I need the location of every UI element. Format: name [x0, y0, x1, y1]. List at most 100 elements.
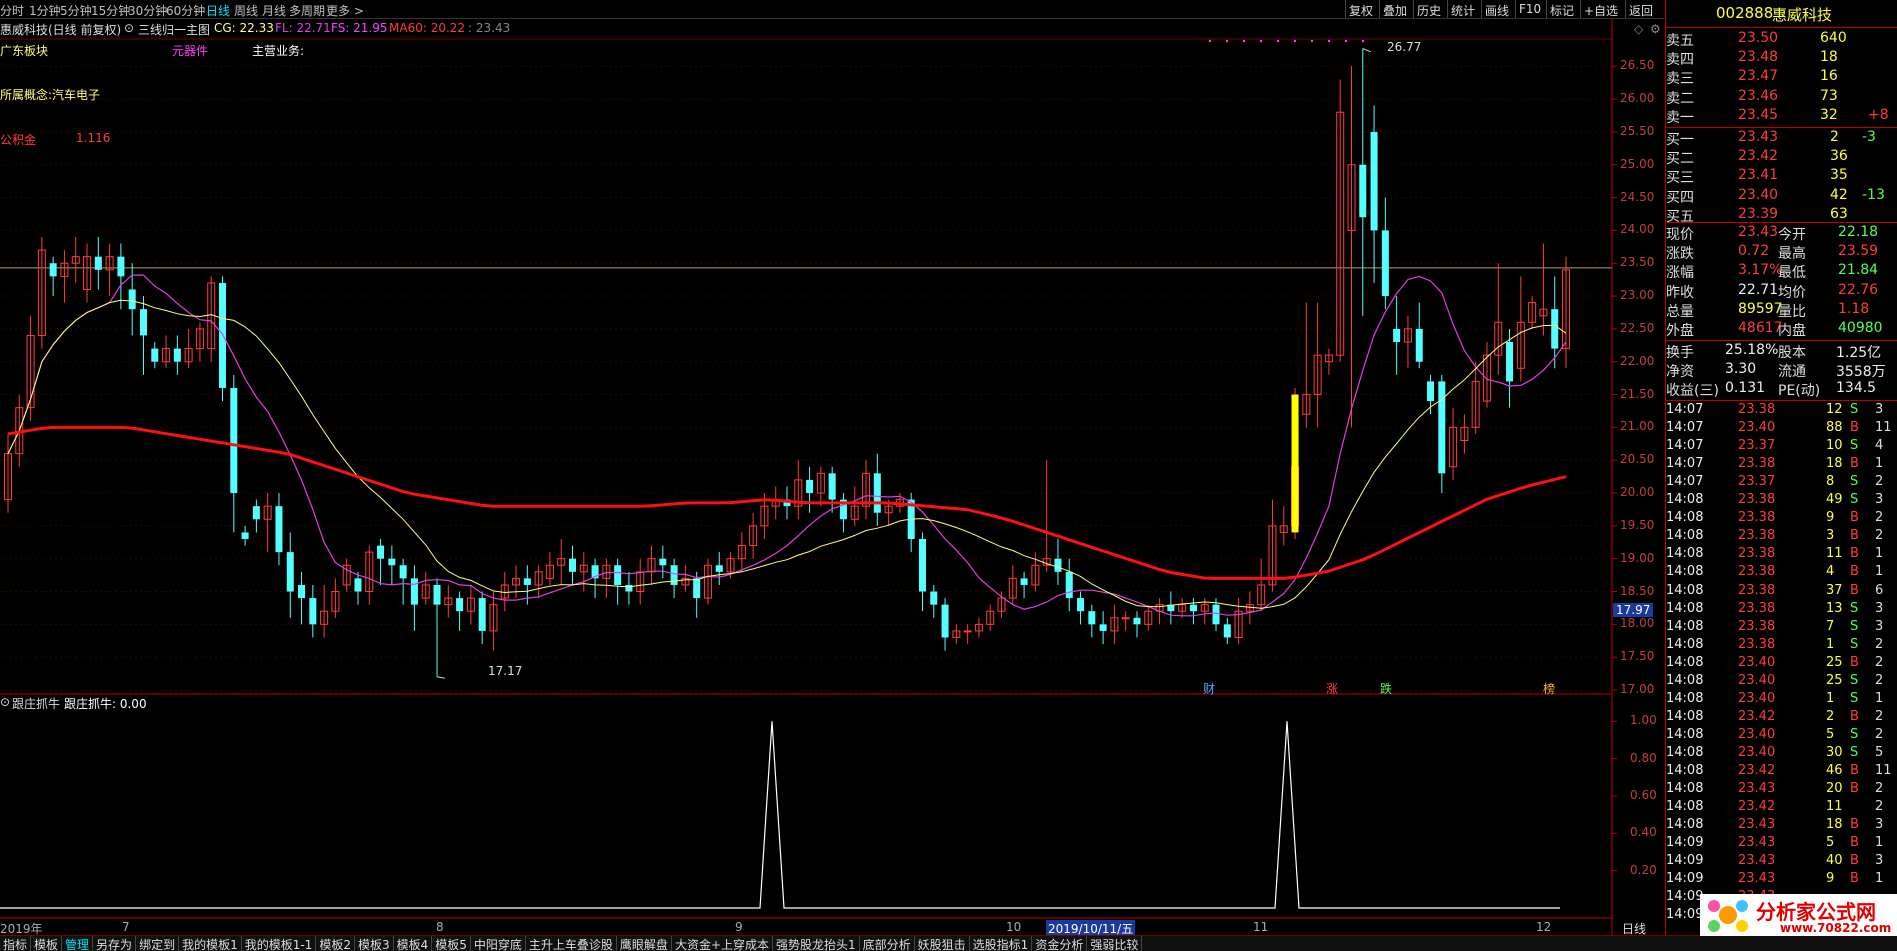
bid-price: 23.39 [1738, 205, 1779, 222]
tick-volume: 20 [1826, 781, 1843, 797]
marker-dot [1361, 39, 1365, 43]
template-tab[interactable]: 底部分析 [860, 936, 915, 951]
stat-label: 股本 [1778, 345, 1806, 361]
indicator-tick: 1.00 [1630, 713, 1657, 728]
candle-body [275, 506, 283, 553]
bid-label: 买一 [1666, 132, 1694, 148]
tick-volume: 9 [1826, 871, 1835, 887]
kline-chart[interactable] [0, 0, 1665, 935]
template-tab[interactable]: 绑定到 [136, 936, 180, 951]
template-tab[interactable]: 主升上车叠诊股 [526, 936, 617, 951]
tick-price: 23.40 [1738, 744, 1776, 760]
panel-separator [1665, 127, 1897, 128]
price-tick: 23.50 [1620, 255, 1655, 270]
template-tab[interactable]: 我的模板1-1 [242, 936, 317, 951]
template-tab[interactable]: 资金分析 [1032, 936, 1088, 951]
template-tab[interactable]: 妖股狙击 [915, 936, 970, 951]
template-tab[interactable]: 模板4 [394, 936, 433, 951]
stat-value: 23.43 [1738, 224, 1779, 240]
tick-count: 1 [1875, 835, 1884, 851]
event-marker-die[interactable]: 跌 [1380, 680, 1392, 697]
panel-separator [1665, 340, 1897, 341]
bid-volume: 42 [1830, 186, 1848, 203]
collapse-icon[interactable]: ◇ [1634, 22, 1643, 36]
tick-volume: 1 [1826, 636, 1835, 652]
template-tab[interactable]: 另存为 [93, 936, 137, 951]
stat-label: 净资 [1666, 364, 1694, 381]
template-tab[interactable]: 鹰眼解盘 [617, 936, 672, 951]
tick-side: S [1850, 744, 1859, 760]
tick-volume: 18 [1826, 817, 1843, 833]
template-tab[interactable]: 管理 [62, 936, 94, 951]
candle-body [806, 479, 814, 494]
tick-price: 23.42 [1738, 708, 1776, 724]
template-tab[interactable]: 模板2 [316, 936, 355, 951]
settings-icon[interactable]: ⚙ [1650, 22, 1661, 36]
template-tab[interactable]: 大资金+上穿成本 [672, 936, 773, 951]
tick-price: 23.43 [1738, 853, 1776, 869]
price-tick: 22.50 [1620, 320, 1655, 335]
stat-value: 25.18% [1725, 342, 1779, 358]
candle-body [354, 578, 362, 592]
stat-label: 今开 [1778, 227, 1806, 243]
candle-body [1551, 309, 1559, 349]
sub-indicator-name[interactable]: 跟庄抓牛 [12, 695, 60, 712]
tick-side: B [1850, 564, 1859, 580]
panel-separator [1665, 222, 1897, 223]
ask-volume: 18 [1820, 49, 1838, 66]
tick-volume: 30 [1826, 744, 1843, 760]
candle-body [309, 598, 317, 625]
tick-time: 14:08 [1666, 672, 1704, 688]
tick-time: 14:08 [1666, 564, 1704, 580]
tick-count: 2 [1875, 636, 1884, 652]
template-tab[interactable]: 模板5 [432, 936, 471, 951]
tick-side: B [1850, 456, 1859, 472]
tick-count: 3 [1875, 600, 1884, 616]
template-tab[interactable]: 中阳穿底 [471, 936, 526, 951]
candle-body [941, 604, 949, 638]
tick-price: 23.40 [1738, 420, 1776, 436]
indicator-tick: 0.80 [1630, 750, 1657, 765]
date-oct: 10 [1006, 920, 1022, 934]
date-july: 7 [122, 920, 130, 934]
tick-price: 23.38 [1738, 582, 1776, 598]
tick-price: 23.38 [1738, 456, 1776, 472]
tick-time: 14:08 [1666, 726, 1704, 742]
template-tab[interactable]: 我的模板1 [179, 936, 242, 951]
candle-body [433, 584, 441, 605]
bid-price: 23.43 [1738, 129, 1779, 145]
template-tab[interactable]: 模板3 [355, 936, 394, 951]
candle-body [117, 256, 125, 277]
tick-side: B [1850, 781, 1859, 797]
price-tick: 19.50 [1620, 517, 1655, 532]
event-marker-bang[interactable]: 榜 [1543, 680, 1555, 697]
event-marker-zhang[interactable]: 涨 [1326, 680, 1338, 697]
tick-price: 23.43 [1738, 817, 1776, 833]
event-marker-cai[interactable]: 财 [1203, 680, 1215, 697]
tick-price: 23.38 [1738, 528, 1776, 544]
template-tab[interactable]: 强弱比较 [1087, 936, 1143, 951]
signal-bar [1291, 394, 1299, 533]
stat-label: 收益(三) [1666, 383, 1719, 400]
tick-side: S [1850, 492, 1859, 508]
template-tab[interactable]: 强势股龙抬头1 [773, 936, 860, 951]
price-tick: 24.00 [1620, 222, 1655, 237]
tick-side: S [1850, 618, 1859, 634]
candle-body [1415, 328, 1423, 362]
bid-volume: 2 [1830, 129, 1839, 145]
candle-body [1189, 604, 1197, 612]
candle-body [1359, 164, 1367, 218]
tick-price: 23.42 [1738, 763, 1776, 778]
component-label: 元器件 [172, 44, 209, 58]
template-tab[interactable]: 指标 [0, 936, 32, 951]
candle-body [659, 558, 667, 566]
price-tick: 18.50 [1620, 583, 1655, 598]
template-tab-bar: 指标 模板 管理 另存为 绑定到 我的模板1 我的模板1-1 模板2 模板3 模板4 模板5 中阳穿底… [0, 935, 1897, 951]
marker-dot [1242, 39, 1246, 43]
candle-body [1223, 624, 1231, 638]
candle-body [1133, 617, 1141, 625]
template-tab[interactable]: 模板 [31, 936, 63, 951]
template-tab[interactable]: 选股指标1 [970, 936, 1033, 951]
bid-change: -13 [1862, 186, 1885, 203]
tick-volume: 25 [1826, 654, 1843, 670]
